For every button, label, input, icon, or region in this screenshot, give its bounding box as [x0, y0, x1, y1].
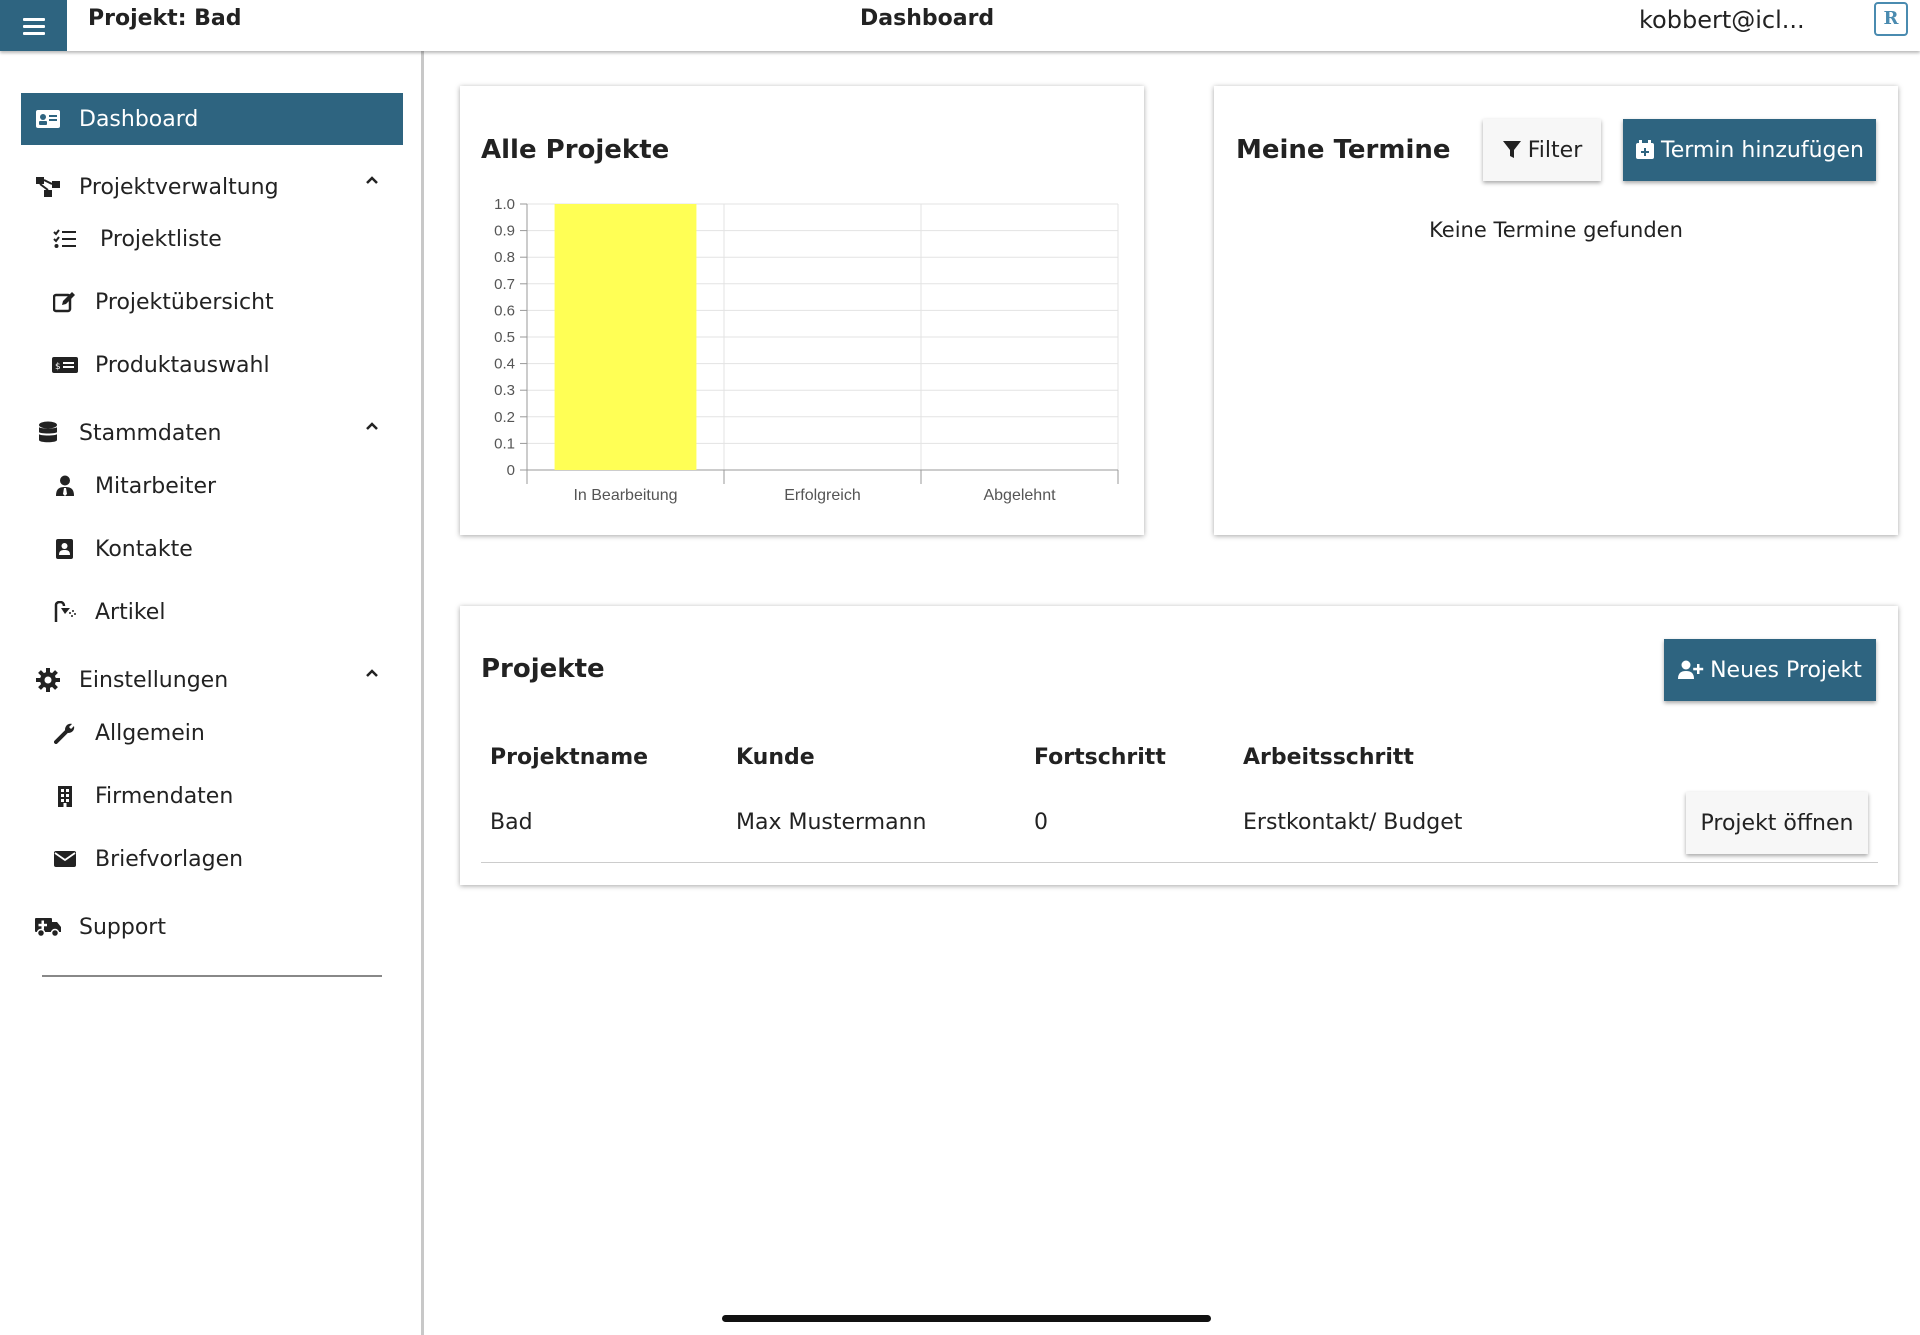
y-tick-label: 0.2 [494, 409, 515, 426]
filter-icon [1502, 141, 1521, 158]
sidebar-item-firmendaten[interactable]: Firmendaten [50, 772, 403, 820]
hamburger-icon [22, 17, 45, 35]
top-bar: Projekt: Bad Dashboard kobbert@icl... R [0, 0, 1920, 51]
money-check-icon: $ [50, 356, 80, 374]
y-tick-label: 0.9 [494, 223, 515, 240]
database-icon [25, 421, 71, 445]
sidebar-item-label: Firmendaten [95, 783, 234, 809]
id-card-icon [25, 108, 71, 130]
y-tick-label: 0.1 [494, 435, 515, 452]
sidebar-item-label: Dashboard [79, 106, 199, 132]
no-appointments-text: Keine Termine gefunden [1429, 218, 1683, 242]
home-indicator[interactable] [722, 1315, 1211, 1322]
y-tick-label: 0.4 [494, 356, 515, 373]
column-header-arbeitsschritt: Arbeitsschritt [1243, 745, 1414, 770]
sidebar: Dashboard Projektverwaltung Projektliste… [0, 51, 424, 1335]
sidebar-divider [42, 975, 382, 977]
y-tick-label: 0 [507, 462, 515, 479]
sidebar-group-projektverwaltung[interactable]: Projektverwaltung [21, 161, 403, 213]
user-email[interactable]: kobbert@icl... [1639, 6, 1805, 34]
sidebar-item-label: Projektliste [100, 226, 222, 252]
shower-icon [50, 601, 80, 623]
y-tick-label: 0.5 [494, 329, 515, 346]
page-title: Dashboard [860, 6, 995, 31]
add-appointment-label: Termin hinzufügen [1661, 137, 1864, 163]
projects-bar-chart: 0 0.1 0.2 0.3 0.4 0.5 0.6 0.7 0.8 0.9 1.0 In Bearbe… [494, 196, 1119, 504]
sidebar-item-label: Allgemein [95, 720, 205, 746]
ambulance-icon [25, 916, 71, 938]
sidebar-item-projektliste[interactable]: Projektliste [50, 215, 403, 263]
y-tick-label: 0.8 [494, 249, 515, 266]
sidebar-item-artikel[interactable]: Artikel [50, 588, 403, 636]
y-tick-label: 0.7 [494, 276, 515, 293]
chevron-up-icon[interactable] [365, 668, 379, 678]
open-project-button[interactable]: Projekt öffnen [1686, 792, 1868, 854]
sidebar-group-label: Einstellungen [79, 667, 229, 693]
new-project-button[interactable]: Neues Projekt [1664, 639, 1876, 701]
project-title: Projekt: Bad [88, 6, 242, 31]
y-tick-label: 1.0 [494, 196, 515, 213]
sidebar-item-briefvorlagen[interactable]: Briefvorlagen [50, 835, 403, 883]
appointments-title: Meine Termine [1236, 135, 1451, 165]
calendar-plus-icon [1636, 140, 1654, 159]
sidebar-group-label: Stammdaten [79, 420, 222, 446]
sidebar-item-allgemein[interactable]: Allgemein [50, 709, 403, 757]
user-plus-icon [1678, 660, 1704, 679]
svg-text:$: $ [55, 362, 61, 372]
projects-table-title: Projekte [481, 654, 605, 684]
sidebar-item-label: Briefvorlagen [95, 846, 244, 872]
edit-icon [50, 291, 80, 313]
building-icon [50, 785, 80, 807]
new-project-label: Neues Projekt [1710, 657, 1862, 683]
x-tick-label: In Bearbeitung [573, 487, 677, 504]
cell-progress: 0 [1034, 810, 1048, 835]
filter-button[interactable]: Filter [1483, 119, 1601, 181]
sidebar-item-support[interactable]: Support [21, 901, 403, 953]
x-tick-label: Erfolgreich [784, 487, 860, 504]
sidebar-item-dashboard[interactable]: Dashboard [21, 93, 403, 145]
bar [554, 204, 697, 470]
cell-step: Erstkontakt/ Budget [1243, 810, 1463, 835]
sidebar-group-label: Projektverwaltung [79, 174, 279, 200]
logo-icon: R [1874, 2, 1908, 36]
column-header-projektname: Projektname [490, 745, 649, 770]
gear-icon [25, 668, 71, 692]
y-tick-label: 0.6 [494, 302, 515, 319]
sidebar-group-stammdaten[interactable]: Stammdaten [21, 407, 403, 459]
y-tick-label: 0.3 [494, 382, 515, 399]
wrench-icon [50, 722, 80, 744]
list-check-icon [50, 229, 80, 249]
column-header-fortschritt: Fortschritt [1034, 745, 1166, 770]
filter-button-label: Filter [1527, 137, 1583, 163]
user-tie-icon [50, 475, 80, 497]
sidebar-item-label: Projektübersicht [95, 289, 274, 315]
chevron-up-icon[interactable] [365, 175, 379, 185]
column-header-kunde: Kunde [736, 745, 815, 770]
sidebar-item-label: Mitarbeiter [95, 473, 217, 499]
sidebar-item-label: Artikel [95, 599, 166, 625]
cell-project-name: Bad [490, 810, 533, 835]
sidebar-item-label: Support [79, 914, 166, 940]
menu-button[interactable] [0, 0, 67, 51]
sidebar-item-produktauswahl[interactable]: $ Produktauswahl [50, 341, 403, 389]
address-book-icon [50, 538, 80, 560]
sidebar-item-kontakte[interactable]: Kontakte [50, 525, 403, 573]
sitemap-icon [25, 175, 71, 199]
chevron-up-icon[interactable] [365, 421, 379, 431]
sidebar-group-einstellungen[interactable]: Einstellungen [21, 654, 403, 706]
add-appointment-button[interactable]: Termin hinzufügen [1623, 119, 1876, 181]
envelope-icon [50, 850, 80, 868]
sidebar-item-label: Kontakte [95, 536, 193, 562]
cell-customer: Max Mustermann [736, 810, 927, 835]
sidebar-item-mitarbeiter[interactable]: Mitarbeiter [50, 462, 403, 510]
row-divider [481, 862, 1878, 863]
projects-chart-title: Alle Projekte [481, 135, 670, 165]
sidebar-item-label: Produktauswahl [95, 352, 270, 378]
sidebar-item-projektuebersicht[interactable]: Projektübersicht [50, 278, 403, 326]
x-tick-label: Abgelehnt [983, 487, 1056, 504]
